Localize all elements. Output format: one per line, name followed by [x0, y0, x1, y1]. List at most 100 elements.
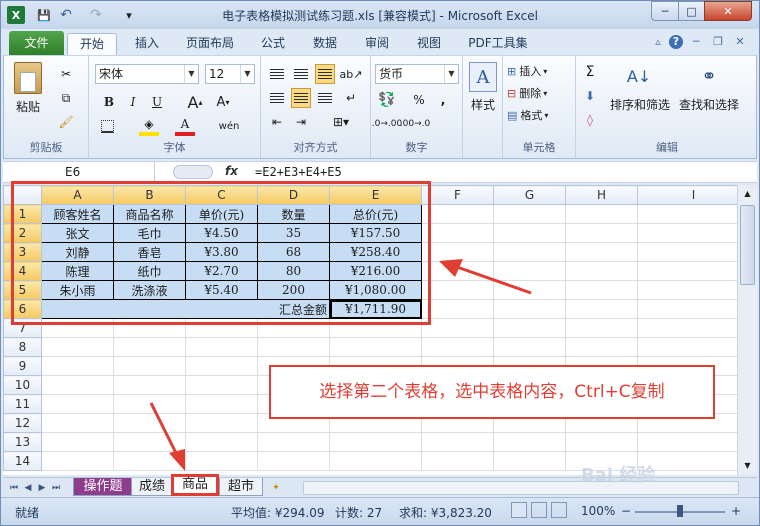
increase-indent-icon[interactable]: ⇥	[291, 112, 311, 132]
row-header[interactable]: 11	[3, 394, 42, 414]
zoom-level[interactable]: 100%	[581, 504, 615, 518]
cell[interactable]	[113, 451, 186, 471]
zoom-slider-thumb[interactable]	[677, 505, 683, 517]
font-shrink-icon[interactable]: A ▾	[213, 92, 233, 112]
first-sheet-icon[interactable]: ⏮	[7, 481, 21, 495]
scroll-down-icon[interactable]: ▼	[740, 459, 755, 473]
cell[interactable]	[637, 242, 750, 262]
format-painter-icon[interactable]: 🖌	[56, 112, 76, 132]
cell[interactable]	[493, 242, 566, 262]
cell[interactable]	[329, 451, 422, 471]
format-cells-button[interactable]: ▤ 格式 ▾	[507, 106, 548, 124]
decrease-decimal-icon[interactable]: .00→.0	[400, 114, 430, 134]
align-left-icon[interactable]	[267, 88, 287, 108]
cell[interactable]	[493, 337, 566, 357]
cell[interactable]	[565, 432, 638, 452]
cell[interactable]	[637, 223, 750, 243]
border-icon[interactable]	[97, 116, 117, 136]
row-header[interactable]: 14	[3, 451, 42, 471]
horizontal-scrollbar[interactable]	[303, 481, 739, 495]
formula-input[interactable]: =E2+E3+E4+E5	[255, 165, 342, 179]
currency-icon[interactable]: 💱	[377, 90, 397, 110]
minimize-button[interactable]: ─	[651, 1, 679, 21]
new-sheet-icon[interactable]: ✦	[267, 481, 285, 495]
cell[interactable]	[493, 432, 566, 452]
find-select-button[interactable]: 查找和选择	[674, 96, 744, 112]
italic-button[interactable]: I	[123, 92, 143, 112]
cell[interactable]	[637, 432, 750, 452]
fill-color-icon[interactable]: ◈	[139, 116, 159, 136]
cell[interactable]	[637, 318, 750, 338]
formula-bar-divider[interactable]	[173, 165, 213, 179]
cell[interactable]	[185, 375, 258, 395]
cut-icon[interactable]: ✂	[56, 64, 76, 84]
cell[interactable]	[185, 337, 258, 357]
cell[interactable]	[565, 223, 638, 243]
window-close-icon[interactable]: ✕	[733, 35, 747, 49]
cell[interactable]	[565, 299, 638, 319]
cell[interactable]	[113, 413, 186, 433]
cell[interactable]	[421, 432, 494, 452]
row-header[interactable]: 10	[3, 375, 42, 395]
tab-data[interactable]: 数据	[307, 33, 343, 55]
cell[interactable]	[257, 432, 330, 452]
cell[interactable]	[493, 204, 566, 224]
merge-center-icon[interactable]: ⊞▾	[325, 112, 357, 132]
cell[interactable]	[185, 432, 258, 452]
sheet-tab-operation[interactable]: 操作题	[73, 478, 133, 496]
font-grow-icon[interactable]: A ▴	[185, 92, 205, 112]
clear-icon[interactable]: ◊	[580, 110, 600, 130]
cell[interactable]	[113, 394, 186, 414]
cell[interactable]	[41, 337, 114, 357]
delete-cells-button[interactable]: ⊟ 删除 ▾	[507, 84, 547, 102]
tab-view[interactable]: 视图	[411, 33, 447, 55]
cell[interactable]	[493, 451, 566, 471]
tab-formulas[interactable]: 公式	[255, 33, 291, 55]
insert-function-button[interactable]: fx	[225, 164, 238, 178]
cell[interactable]	[421, 242, 494, 262]
close-button[interactable]: ✕	[704, 1, 752, 21]
cell[interactable]	[565, 204, 638, 224]
cell[interactable]	[421, 204, 494, 224]
cell[interactable]	[493, 299, 566, 319]
row-header[interactable]: 8	[3, 337, 42, 357]
cell[interactable]	[113, 356, 186, 376]
cell[interactable]	[421, 451, 494, 471]
row-header[interactable]: 9	[3, 356, 42, 376]
align-bottom-icon[interactable]	[315, 64, 335, 84]
cell[interactable]	[41, 375, 114, 395]
insert-cells-button[interactable]: ⊞ 插入 ▾	[507, 62, 547, 80]
sheet-tab-goods[interactable]: 商品	[171, 474, 219, 496]
cell[interactable]	[637, 337, 750, 357]
next-sheet-icon[interactable]: ▶	[35, 481, 49, 495]
cell[interactable]	[41, 432, 114, 452]
cell[interactable]	[493, 280, 566, 300]
number-format-select[interactable]: 货币 ▼	[375, 64, 459, 84]
cell[interactable]	[637, 280, 750, 300]
column-header[interactable]: F	[421, 185, 494, 205]
align-top-icon[interactable]	[267, 64, 287, 84]
cell[interactable]	[637, 299, 750, 319]
styles-button[interactable]: 样式	[463, 96, 503, 112]
paste-button[interactable]: 粘贴	[8, 98, 48, 114]
tab-insert[interactable]: 插入	[129, 33, 165, 55]
cell[interactable]	[185, 394, 258, 414]
row-header[interactable]: 12	[3, 413, 42, 433]
cell[interactable]	[421, 280, 494, 300]
paste-icon[interactable]	[14, 62, 42, 94]
cell[interactable]	[421, 223, 494, 243]
page-layout-view-icon[interactable]	[531, 502, 547, 518]
bold-button[interactable]: B	[99, 92, 119, 112]
cell[interactable]	[637, 204, 750, 224]
cell[interactable]	[565, 280, 638, 300]
cell[interactable]	[421, 337, 494, 357]
page-break-view-icon[interactable]	[551, 502, 567, 518]
cell[interactable]	[41, 451, 114, 471]
cell[interactable]	[565, 242, 638, 262]
help-icon[interactable]: ?	[669, 35, 683, 49]
cell[interactable]	[41, 356, 114, 376]
scroll-up-icon[interactable]: ▲	[740, 187, 755, 201]
cell[interactable]	[493, 223, 566, 243]
cell[interactable]	[185, 413, 258, 433]
fill-down-icon[interactable]: ⬇	[580, 86, 600, 106]
